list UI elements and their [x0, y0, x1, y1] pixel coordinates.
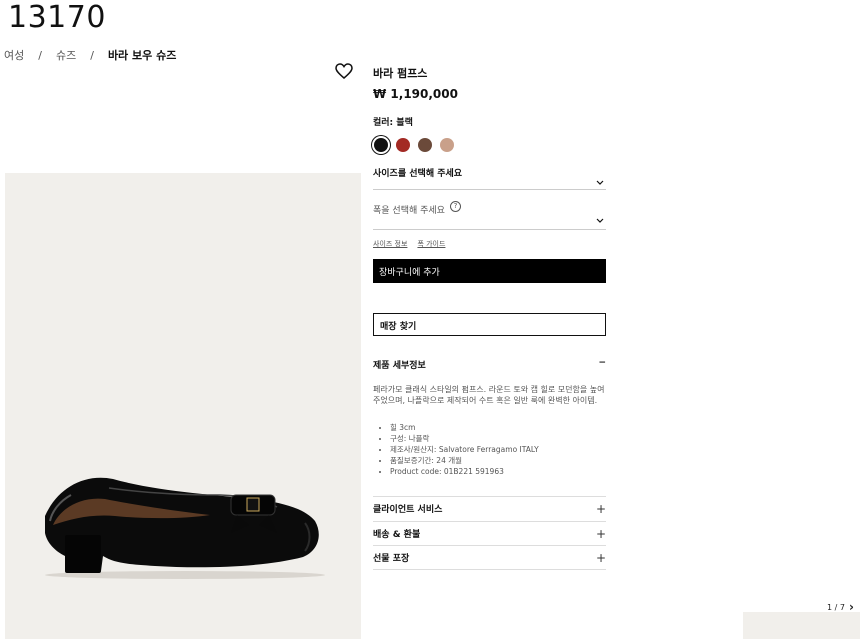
- pager-count: 1 / 7: [827, 602, 845, 612]
- divider: [373, 569, 606, 570]
- page-id: 13170: [8, 0, 106, 35]
- breadcrumb-shoes[interactable]: 슈즈: [56, 47, 76, 63]
- spec-item: 품질보증기간: 24 개월: [390, 455, 606, 466]
- product-details-section: 제품 세부정보 − 페라가모 클래식 스타일의 펌프스. 라운드 토와 캡 힐로…: [373, 358, 606, 477]
- width-guide-link[interactable]: 폭 가이드: [417, 239, 445, 249]
- spec-item: 구성: 나플락: [390, 433, 606, 444]
- product-specs: 힐 3cm 구성: 나플락 제조사/원산지: Salvatore Ferraga…: [390, 422, 606, 477]
- swatch-brown[interactable]: [418, 138, 432, 152]
- spec-item: 제조사/원산지: Salvatore Ferragamo ITALY: [390, 444, 606, 455]
- swatch-red[interactable]: [396, 138, 410, 152]
- breadcrumb: 여성 / 슈즈 / 바라 보우 슈즈: [4, 47, 176, 63]
- accordion-label: 선물 포장: [373, 554, 410, 564]
- breadcrumb-current: 바라 보우 슈즈: [107, 49, 177, 62]
- chevron-down-icon: [596, 217, 604, 227]
- color-label: 컬러: 블랙: [373, 118, 413, 128]
- spec-item: Product code: 01B221 591963: [390, 466, 606, 477]
- plus-icon: +: [595, 550, 606, 565]
- plus-icon: +: [595, 501, 606, 516]
- details-title: 제품 세부정보: [373, 361, 426, 371]
- chevron-down-icon: [596, 179, 604, 189]
- accordion-gift-wrap[interactable]: 선물 포장 +: [373, 545, 606, 569]
- size-select-label: 사이즈를 선택해 주세요: [373, 169, 463, 179]
- width-select-label: 폭을 선택해 주세요: [373, 206, 445, 216]
- details-header[interactable]: 제품 세부정보 −: [373, 358, 606, 371]
- shoe-illustration: [45, 477, 325, 579]
- find-store-button[interactable]: 매장 찾기: [373, 313, 606, 336]
- gallery-pager: 1 / 7 ›: [827, 600, 854, 614]
- swatch-black[interactable]: [374, 138, 388, 152]
- size-select[interactable]: 사이즈를 선택해 주세요: [373, 163, 606, 190]
- swatch-nude[interactable]: [440, 138, 454, 152]
- product-name: 바라 펌프스: [373, 67, 428, 80]
- chevron-right-icon[interactable]: ›: [849, 600, 854, 614]
- product-description: 페라가모 클래식 스타일의 펌프스. 라운드 토와 캡 힐로 모던함을 높여주었…: [373, 385, 605, 405]
- accordion-client-service[interactable]: 클라이언트 서비스 +: [373, 496, 606, 520]
- minus-icon[interactable]: −: [598, 358, 606, 371]
- product-price: ₩ 1,190,000: [373, 87, 458, 101]
- spec-item: 힐 3cm: [390, 422, 606, 433]
- width-select[interactable]: 폭을 선택해 주세요 ?: [373, 200, 606, 230]
- accordion-shipping-returns[interactable]: 배송 & 환불 +: [373, 521, 606, 545]
- help-icon[interactable]: ?: [450, 201, 461, 212]
- plus-icon: +: [595, 526, 606, 541]
- color-swatches: [373, 138, 454, 152]
- accordion-label: 배송 & 환불: [373, 530, 421, 540]
- size-info-link[interactable]: 사이즈 정보: [373, 239, 407, 249]
- size-links: 사이즈 정보 폭 가이드: [373, 239, 445, 249]
- add-to-cart-button[interactable]: 장바구니에 추가: [373, 259, 606, 283]
- accordion-label: 클라이언트 서비스: [373, 505, 443, 515]
- breadcrumb-women[interactable]: 여성: [4, 47, 24, 63]
- heart-icon[interactable]: [334, 62, 354, 80]
- breadcrumb-separator: /: [90, 48, 94, 62]
- breadcrumb-separator: /: [38, 48, 42, 62]
- gallery-thumbnail[interactable]: [743, 612, 860, 639]
- product-image[interactable]: [5, 173, 361, 639]
